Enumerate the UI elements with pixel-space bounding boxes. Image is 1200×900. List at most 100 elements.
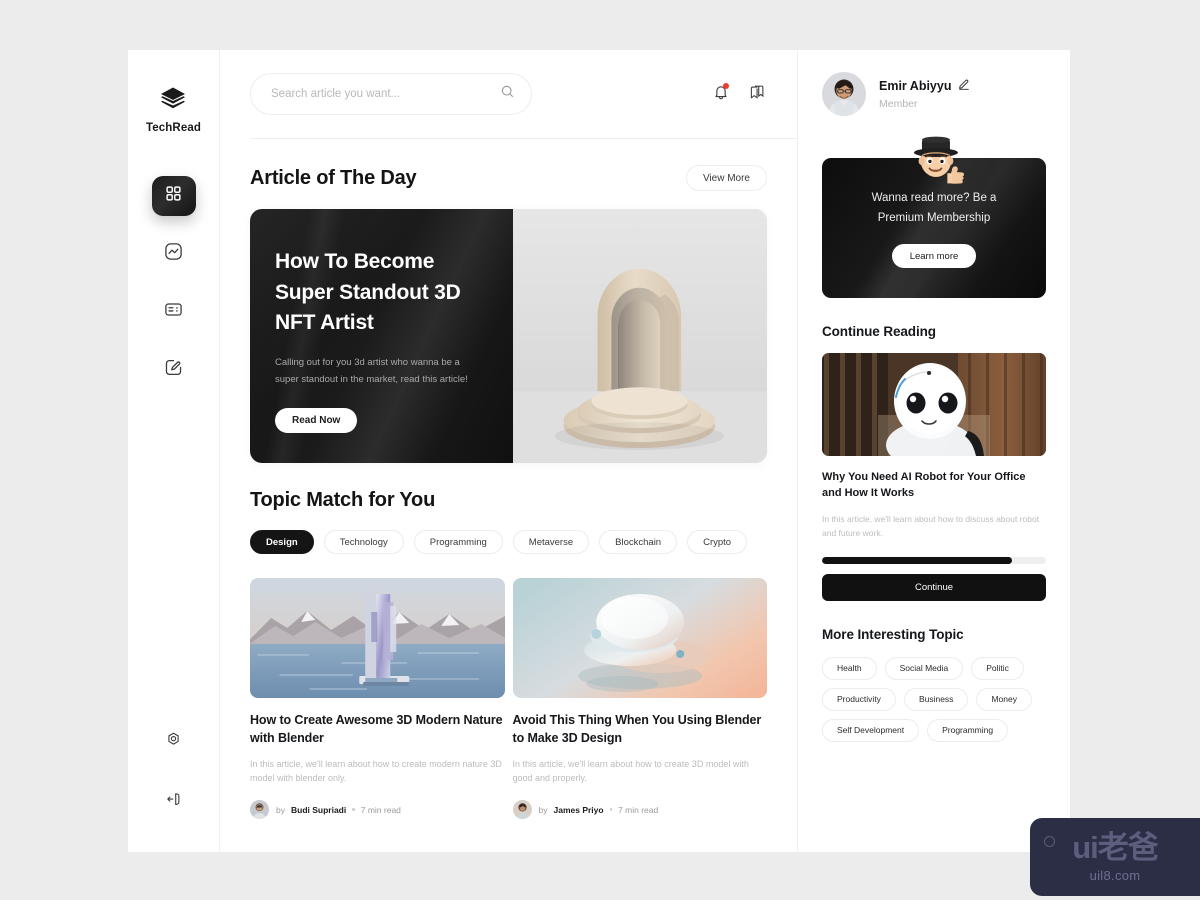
logout-button[interactable] bbox=[152, 782, 196, 822]
brand-name: TechRead bbox=[146, 122, 201, 134]
3d-abstract-discs-gradient-graphic bbox=[512, 578, 767, 698]
main-content: Article of The Day View More How To Beco… bbox=[220, 50, 798, 852]
bookmark-stack-icon bbox=[748, 83, 767, 106]
tag-productivity[interactable]: Productivity bbox=[822, 687, 896, 711]
tab-metaverse[interactable]: Metaverse bbox=[512, 530, 590, 554]
tag-social-media[interactable]: Social Media bbox=[884, 656, 964, 680]
article-of-the-day-header: Article of The Day View More bbox=[250, 165, 767, 191]
topic-match-title: Topic Match for You bbox=[250, 489, 436, 511]
article-list: How to Create Awesome 3D Modern Nature w… bbox=[250, 578, 768, 820]
premium-promo: Wanna read more? Be a Premium Membership… bbox=[822, 136, 1046, 298]
sidebar-item-dashboard[interactable] bbox=[151, 176, 196, 216]
layers-stack-icon bbox=[156, 84, 190, 114]
hero-description: Calling out for you 3d artist who wanna … bbox=[275, 356, 468, 385]
news-card-icon bbox=[164, 300, 183, 324]
topic-tabs: Design Technology Programming Metaverse … bbox=[250, 530, 767, 554]
settings-button[interactable] bbox=[152, 722, 196, 762]
top-actions bbox=[712, 82, 767, 106]
header-divider bbox=[250, 138, 797, 139]
tag-health[interactable]: Health bbox=[822, 656, 877, 680]
edit-pencil-square-icon bbox=[164, 358, 183, 382]
article-card[interactable]: Avoid This Thing When You Using Blender … bbox=[512, 578, 768, 820]
hero-image bbox=[513, 209, 767, 463]
byline-text: by Budi Supriadi 7 min read bbox=[276, 805, 401, 815]
user-role: Member bbox=[879, 98, 918, 110]
gear-icon bbox=[165, 731, 182, 753]
continue-reading-section: Continue Reading Why You Need AI Robot f… bbox=[822, 324, 1046, 601]
search-input[interactable] bbox=[271, 88, 500, 100]
read-now-button[interactable]: Read Now bbox=[275, 408, 358, 434]
tag-politic[interactable]: Politic bbox=[971, 656, 1024, 680]
activity-chart-icon bbox=[164, 242, 183, 266]
article-description: In this article, we'll learn about how t… bbox=[250, 758, 502, 784]
logout-arrow-icon bbox=[165, 791, 182, 813]
tag-self-development[interactable]: Self Development bbox=[822, 718, 920, 742]
top-bar bbox=[250, 50, 767, 138]
author-photo bbox=[512, 800, 532, 820]
right-panel: Emir Abiyyu Member Wanna read more? Be a… bbox=[798, 50, 1070, 852]
article-byline: by James Priyo 7 min read bbox=[512, 800, 768, 820]
sidebar-item-write[interactable] bbox=[152, 350, 196, 390]
tag-money[interactable]: Money bbox=[976, 687, 1032, 711]
left-nav-rail: TechRead bbox=[128, 50, 220, 852]
sidebar-item-trending[interactable] bbox=[152, 234, 196, 274]
avatar bbox=[822, 72, 866, 116]
tag-business[interactable]: Business bbox=[903, 687, 969, 711]
topic-match-header: Topic Match for You bbox=[250, 489, 767, 512]
author-name: Budi Supriadi bbox=[290, 804, 347, 815]
tab-design[interactable]: Design bbox=[250, 530, 314, 554]
hero-title: How To Become Super Standout 3D NFT Arti… bbox=[275, 250, 461, 335]
bookmarks-button[interactable] bbox=[748, 83, 767, 106]
beige-3d-arch-podium-graphic bbox=[513, 209, 767, 463]
sidebar-item-articles[interactable] bbox=[152, 292, 196, 332]
profile-name-row: Emir Abiyyu bbox=[879, 78, 970, 93]
article-card[interactable]: How to Create Awesome 3D Modern Nature w… bbox=[250, 578, 505, 820]
watermark-url: uil8.com bbox=[1089, 867, 1141, 883]
notification-badge bbox=[723, 82, 729, 89]
more-topics-section: More Interesting Topic Health Social Med… bbox=[822, 627, 1046, 742]
article-thumbnail bbox=[250, 578, 505, 698]
continue-reading-description: In this article, we'll learn about how t… bbox=[822, 513, 1040, 539]
circle-icon bbox=[1044, 836, 1055, 847]
separator-dot bbox=[352, 808, 355, 811]
author-name: James Priyo bbox=[553, 804, 604, 815]
edit-pencil-icon[interactable] bbox=[958, 78, 970, 93]
continue-button[interactable]: Continue bbox=[822, 573, 1046, 601]
user-photo bbox=[822, 72, 866, 116]
notification-button[interactable] bbox=[712, 82, 730, 106]
rail-nav bbox=[151, 176, 196, 390]
white-humanoid-robot-graphic bbox=[822, 353, 1046, 456]
memoji-top-hat-thumbs-up-icon bbox=[900, 130, 974, 199]
read-time: 7 min read bbox=[618, 804, 659, 815]
page-title: Article of The Day bbox=[250, 166, 417, 189]
hero-text-panel: How To Become Super Standout 3D NFT Arti… bbox=[250, 209, 513, 463]
article-byline: by Budi Supriadi 7 min read bbox=[250, 800, 505, 820]
search-box[interactable] bbox=[250, 73, 532, 115]
learn-more-button[interactable]: Learn more bbox=[891, 244, 977, 269]
article-title: How to Create Awesome 3D Modern Nature w… bbox=[250, 713, 503, 745]
more-topics-tags: Health Social Media Politic Productivity… bbox=[822, 656, 1046, 742]
article-title: Avoid This Thing When You Using Blender … bbox=[512, 713, 762, 745]
tab-crypto[interactable]: Crypto bbox=[687, 530, 748, 554]
user-profile[interactable]: Emir Abiyyu Member bbox=[822, 50, 1046, 138]
author-photo bbox=[250, 800, 269, 820]
more-topics-title: More Interesting Topic bbox=[822, 626, 964, 642]
tag-programming[interactable]: Programming bbox=[927, 718, 1009, 742]
view-more-button[interactable]: View More bbox=[685, 165, 767, 191]
byline-prefix: by bbox=[276, 804, 285, 815]
tab-technology[interactable]: Technology bbox=[323, 530, 404, 554]
search-icon[interactable] bbox=[500, 84, 515, 104]
byline-text: by James Priyo 7 min read bbox=[539, 805, 659, 815]
tab-blockchain[interactable]: Blockchain bbox=[599, 530, 678, 554]
user-profile-text: Emir Abiyyu Member bbox=[879, 78, 970, 110]
continue-reading-thumbnail[interactable] bbox=[822, 353, 1046, 456]
continue-reading-title: Continue Reading bbox=[822, 324, 936, 339]
grid-dashboard-icon bbox=[165, 185, 182, 207]
reading-progress-fill bbox=[822, 556, 1013, 564]
article-thumbnail bbox=[512, 578, 767, 698]
watermark-logo: ui老爸 bbox=[1072, 829, 1159, 865]
tab-programming[interactable]: Programming bbox=[413, 530, 503, 554]
hero-card[interactable]: How To Become Super Standout 3D NFT Arti… bbox=[250, 209, 767, 463]
user-name: Emir Abiyyu bbox=[879, 78, 952, 93]
reading-progress-bar bbox=[822, 556, 1046, 564]
